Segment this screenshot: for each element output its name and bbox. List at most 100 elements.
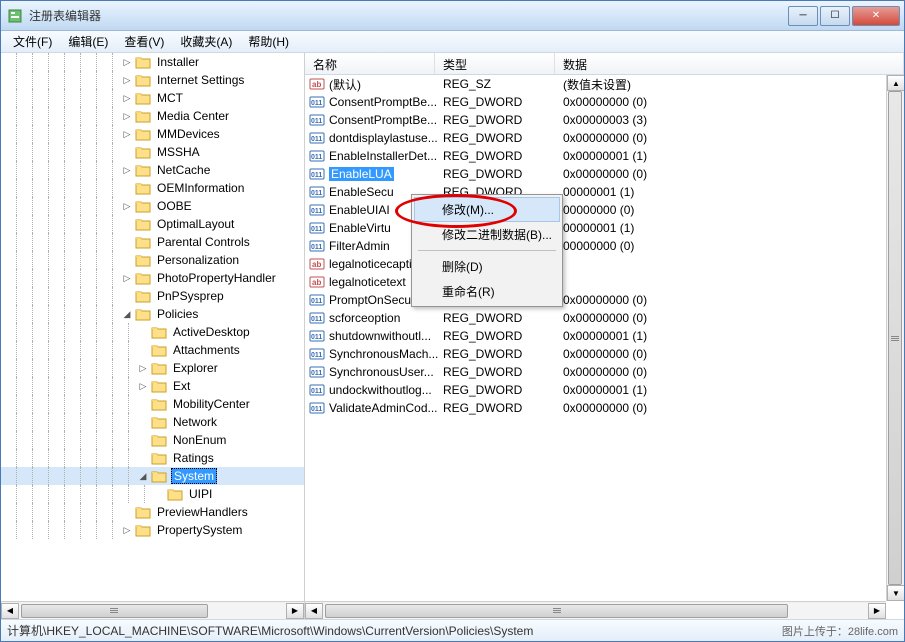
tree-item[interactable]: ▷Installer bbox=[1, 53, 304, 71]
scroll-left-icon[interactable]: ◀ bbox=[1, 603, 19, 619]
tree-item[interactable]: Ratings bbox=[1, 449, 304, 467]
list-row[interactable]: ab(默认)REG_SZ(数值未设置) bbox=[305, 75, 904, 93]
expander-icon[interactable]: ▷ bbox=[121, 524, 133, 536]
maximize-button[interactable]: ☐ bbox=[820, 6, 850, 26]
tree-item[interactable]: NonEnum bbox=[1, 431, 304, 449]
menu-favorites[interactable]: 收藏夹(A) bbox=[172, 31, 240, 52]
scroll-track[interactable] bbox=[887, 91, 903, 585]
expander-icon[interactable] bbox=[121, 218, 133, 230]
tree-item[interactable]: ▷MMDevices bbox=[1, 125, 304, 143]
expander-icon[interactable]: ▷ bbox=[121, 56, 133, 68]
tree-item[interactable]: ▷Internet Settings bbox=[1, 71, 304, 89]
list-row[interactable]: 011EnableLUAREG_DWORD0x00000000 (0) bbox=[305, 165, 904, 183]
tree-item[interactable]: Parental Controls bbox=[1, 233, 304, 251]
list-row[interactable]: 011scforceoptionREG_DWORD0x00000000 (0) bbox=[305, 309, 904, 327]
tree-body[interactable]: ▷Installer▷Internet Settings▷MCT▷Media C… bbox=[1, 53, 304, 601]
expander-icon[interactable] bbox=[121, 290, 133, 302]
list-row[interactable]: 011undockwithoutlog...REG_DWORD0x0000000… bbox=[305, 381, 904, 399]
list-body[interactable]: ab(默认)REG_SZ(数值未设置)011ConsentPromptBe...… bbox=[305, 75, 904, 619]
expander-icon[interactable] bbox=[137, 416, 149, 428]
scroll-track[interactable] bbox=[19, 603, 286, 619]
list-row[interactable]: 011EnableInstallerDet...REG_DWORD0x00000… bbox=[305, 147, 904, 165]
list-row[interactable]: 011PromptOnSecureD...REG_DWORD0x00000000… bbox=[305, 291, 904, 309]
ctx-delete[interactable]: 删除(D) bbox=[414, 254, 560, 279]
expander-icon[interactable]: ▷ bbox=[137, 362, 149, 374]
list-row[interactable]: 011EnableSecuREG_DWORD00000001 (1) bbox=[305, 183, 904, 201]
expander-icon[interactable] bbox=[137, 344, 149, 356]
column-type[interactable]: 类型 bbox=[435, 53, 555, 74]
list-row[interactable]: 011ValidateAdminCod...REG_DWORD0x0000000… bbox=[305, 399, 904, 417]
column-data[interactable]: 数据 bbox=[555, 53, 904, 74]
tree-item[interactable]: ◢Policies bbox=[1, 305, 304, 323]
tree-item[interactable]: PnPSysprep bbox=[1, 287, 304, 305]
expander-icon[interactable] bbox=[121, 506, 133, 518]
scroll-up-icon[interactable]: ▲ bbox=[887, 75, 904, 91]
list-row[interactable]: 011shutdownwithoutl...REG_DWORD0x0000000… bbox=[305, 327, 904, 345]
tree-item[interactable]: ▷OOBE bbox=[1, 197, 304, 215]
scroll-left-icon[interactable]: ◀ bbox=[305, 603, 323, 619]
expander-icon[interactable] bbox=[153, 488, 165, 500]
close-button[interactable]: ✕ bbox=[852, 6, 900, 26]
ctx-rename[interactable]: 重命名(R) bbox=[414, 279, 560, 304]
list-row[interactable]: 011dontdisplaylastuse...REG_DWORD0x00000… bbox=[305, 129, 904, 147]
menu-help[interactable]: 帮助(H) bbox=[240, 31, 297, 52]
list-row[interactable]: 011EnableUIAIREG_DWORD00000000 (0) bbox=[305, 201, 904, 219]
ctx-modify[interactable]: 修改(M)... bbox=[414, 197, 560, 222]
scroll-down-icon[interactable]: ▼ bbox=[887, 585, 904, 601]
expander-icon[interactable]: ▷ bbox=[121, 200, 133, 212]
expander-icon[interactable] bbox=[121, 236, 133, 248]
expander-icon[interactable] bbox=[137, 326, 149, 338]
tree-item[interactable]: PreviewHandlers bbox=[1, 503, 304, 521]
expander-icon[interactable] bbox=[137, 452, 149, 464]
expander-icon[interactable] bbox=[137, 398, 149, 410]
list-row[interactable]: 011SynchronousUser...REG_DWORD0x00000000… bbox=[305, 363, 904, 381]
tree-item[interactable]: ▷Ext bbox=[1, 377, 304, 395]
menu-file[interactable]: 文件(F) bbox=[5, 31, 60, 52]
expander-icon[interactable] bbox=[137, 434, 149, 446]
tree-item[interactable]: ▷Media Center bbox=[1, 107, 304, 125]
scroll-right-icon[interactable]: ▶ bbox=[286, 603, 304, 619]
tree-item[interactable]: Network bbox=[1, 413, 304, 431]
expander-icon[interactable]: ▷ bbox=[121, 110, 133, 122]
list-vscrollbar[interactable]: ▲ ▼ bbox=[886, 75, 904, 601]
tree-item[interactable]: UIPI bbox=[1, 485, 304, 503]
ctx-modify-binary[interactable]: 修改二进制数据(B)... bbox=[414, 222, 560, 247]
column-name[interactable]: 名称 bbox=[305, 53, 435, 74]
scroll-right-icon[interactable]: ▶ bbox=[868, 603, 886, 619]
titlebar[interactable]: 注册表编辑器 ─ ☐ ✕ bbox=[1, 1, 904, 31]
list-hscrollbar[interactable]: ◀ ▶ bbox=[305, 601, 886, 619]
tree-item[interactable]: OptimalLayout bbox=[1, 215, 304, 233]
tree-item[interactable]: ▷NetCache bbox=[1, 161, 304, 179]
scroll-thumb[interactable] bbox=[888, 91, 902, 585]
scroll-thumb[interactable] bbox=[325, 604, 788, 618]
expander-icon[interactable]: ▷ bbox=[121, 164, 133, 176]
list-row[interactable]: ablegalnoticetextREG_SZ bbox=[305, 273, 904, 291]
tree-item[interactable]: MobilityCenter bbox=[1, 395, 304, 413]
expander-icon[interactable] bbox=[121, 254, 133, 266]
expander-icon[interactable]: ▷ bbox=[121, 74, 133, 86]
tree-item[interactable]: ▷Explorer bbox=[1, 359, 304, 377]
expander-icon[interactable]: ▷ bbox=[137, 380, 149, 392]
expander-icon[interactable]: ◢ bbox=[121, 308, 133, 320]
tree-item[interactable]: Attachments bbox=[1, 341, 304, 359]
expander-icon[interactable] bbox=[121, 182, 133, 194]
list-row[interactable]: 011SynchronousMach...REG_DWORD0x00000000… bbox=[305, 345, 904, 363]
scroll-track[interactable] bbox=[323, 603, 868, 619]
tree-hscrollbar[interactable]: ◀ ▶ bbox=[1, 601, 304, 619]
list-row[interactable]: 011FilterAdminREG_DWORD00000000 (0) bbox=[305, 237, 904, 255]
list-row[interactable]: 011ConsentPromptBe...REG_DWORD0x00000000… bbox=[305, 93, 904, 111]
menu-edit[interactable]: 编辑(E) bbox=[60, 31, 116, 52]
scroll-thumb[interactable] bbox=[21, 604, 208, 618]
tree-item[interactable]: ▷PhotoPropertyHandler bbox=[1, 269, 304, 287]
list-row[interactable]: 011ConsentPromptBe...REG_DWORD0x00000003… bbox=[305, 111, 904, 129]
minimize-button[interactable]: ─ bbox=[788, 6, 818, 26]
list-row[interactable]: 011EnableVirtuREG_DWORD00000001 (1) bbox=[305, 219, 904, 237]
tree-item[interactable]: ▷PropertySystem bbox=[1, 521, 304, 539]
expander-icon[interactable]: ▷ bbox=[121, 272, 133, 284]
menu-view[interactable]: 查看(V) bbox=[116, 31, 172, 52]
tree-item[interactable]: ◢System bbox=[1, 467, 304, 485]
tree-item[interactable]: ActiveDesktop bbox=[1, 323, 304, 341]
tree-item[interactable]: MSSHA bbox=[1, 143, 304, 161]
expander-icon[interactable] bbox=[121, 146, 133, 158]
expander-icon[interactable]: ◢ bbox=[137, 470, 149, 482]
